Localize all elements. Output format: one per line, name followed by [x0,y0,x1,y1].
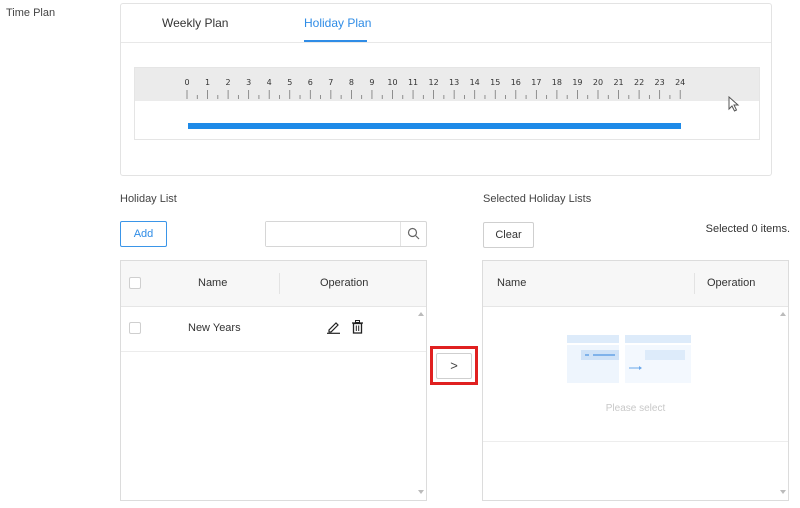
scroll-up-arrow[interactable] [418,312,424,316]
transfer-right-button[interactable]: > [436,352,472,379]
hour-label: 2 [226,78,231,87]
hour-label: 7 [328,78,333,87]
scroll-down-arrow[interactable] [780,490,786,494]
tab-holiday-plan[interactable]: Holiday Plan [304,16,371,30]
holiday-timeline[interactable]: 0 1 2 3 4 5 6 7 8 9 10 11 12 13 14 15 16 17 18 19 20 21 22 23 24 [134,67,760,140]
hour-label: 24 [675,78,685,87]
hour-label: 10 [387,78,397,87]
holiday-list-header: Name Operation [121,261,426,307]
selected-table-header: Name Operation [483,261,788,307]
holiday-name: New Years [188,322,241,334]
select-all-checkbox[interactable] [129,277,141,289]
row-checkbox[interactable] [129,322,141,334]
column-header-name: Name [198,277,228,289]
delete-icon[interactable] [351,320,364,334]
hour-label: 16 [511,78,521,87]
transfer-highlight: > [430,346,478,385]
hour-label: 9 [369,78,374,87]
holiday-time-bar[interactable] [188,123,681,129]
plan-tab-bar: Weekly Plan Holiday Plan [121,4,771,43]
empty-state-text: Please select [605,403,666,414]
selected-count: Selected 0 items. [705,223,790,235]
column-header-operation: Operation [320,277,369,289]
hour-label: 20 [593,78,603,87]
search-divider [400,222,401,246]
hour-ruler: 0 1 2 3 4 5 6 7 8 9 10 11 12 13 14 15 16 17 18 19 20 21 22 23 24 [135,68,759,101]
hour-label: 19 [572,78,582,87]
tab-weekly-plan[interactable]: Weekly Plan [162,16,228,30]
hour-label: 3 [246,78,251,87]
scroll-up-arrow[interactable] [780,312,786,316]
column-header-name: Name [497,277,527,289]
holiday-list-table: Name Operation New Years [120,260,427,501]
hour-label: 15 [490,78,500,87]
add-holiday-button[interactable]: Add [120,221,167,247]
hour-label: 6 [308,78,313,87]
time-plan-panel: Weekly Plan Holiday Plan 0 1 2 3 4 5 6 7 8 9 10 11 1… [120,3,772,176]
edit-icon[interactable] [326,320,341,334]
hour-label: 13 [449,78,459,87]
hour-label: 11 [408,78,418,87]
hour-label: 22 [634,78,644,87]
column-header-operation: Operation [707,277,756,289]
hour-label: 8 [349,78,354,87]
table-row[interactable]: New Years [121,307,426,352]
hour-label: 0 [184,78,189,87]
hour-label: 18 [552,78,562,87]
hour-label: 5 [287,78,292,87]
hour-ruler-svg: 0 1 2 3 4 5 6 7 8 9 10 11 12 13 14 15 16 17 18 19 20 21 22 23 24 [184,78,685,99]
hour-label: 21 [613,78,623,87]
empty-state-icon [567,335,691,383]
selected-holiday-table: Name Operation Please select [482,260,789,501]
hour-label: 23 [655,78,665,87]
holiday-search-input[interactable] [266,222,400,246]
hour-label: 17 [531,78,541,87]
mouse-pointer-icon [728,96,740,112]
holiday-list-title: Holiday List [120,193,177,205]
empty-divider [483,441,788,442]
column-separator [279,273,280,294]
hour-label: 14 [470,78,480,87]
clear-button[interactable]: Clear [483,222,534,248]
search-icon[interactable] [407,227,420,240]
hour-label: 4 [267,78,272,87]
hour-label: 12 [429,78,439,87]
active-tab-indicator [304,40,367,42]
holiday-search-box [265,221,427,247]
scroll-down-arrow[interactable] [418,490,424,494]
selected-holiday-lists-title: Selected Holiday Lists [483,193,592,205]
time-plan-label: Time Plan [6,7,56,19]
column-separator [694,273,695,294]
hour-label: 1 [205,78,210,87]
